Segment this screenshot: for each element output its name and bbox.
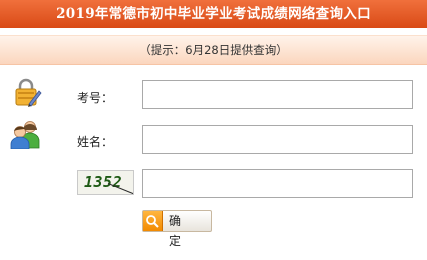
captcha-image-text: 1352 — [84, 173, 123, 191]
exam-number-input[interactable] — [142, 80, 413, 109]
lock-pen-icon — [15, 78, 42, 107]
exam-number-label: 考号： — [77, 91, 114, 105]
page-title-banner: 2019年常德市初中毕业学业考试成绩网络查询入口 — [0, 0, 427, 28]
name-input[interactable] — [142, 125, 413, 154]
submit-button-label: 确 定 — [169, 214, 187, 248]
submit-button[interactable]: 确 定 — [142, 210, 212, 248]
name-label: 姓名： — [77, 135, 114, 149]
page-title: 2019年常德市初中毕业学业考试成绩网络查询入口 — [56, 6, 371, 22]
captcha-input[interactable] — [142, 169, 413, 198]
users-icon — [10, 121, 40, 149]
search-icon-box — [143, 211, 163, 231]
hint-bar: （提示：6月28日提供查询） — [0, 35, 427, 65]
hint-text: （提示：6月28日提供查询） — [139, 43, 288, 57]
search-icon — [146, 215, 159, 228]
captcha-image[interactable]: 1352 — [77, 170, 134, 195]
